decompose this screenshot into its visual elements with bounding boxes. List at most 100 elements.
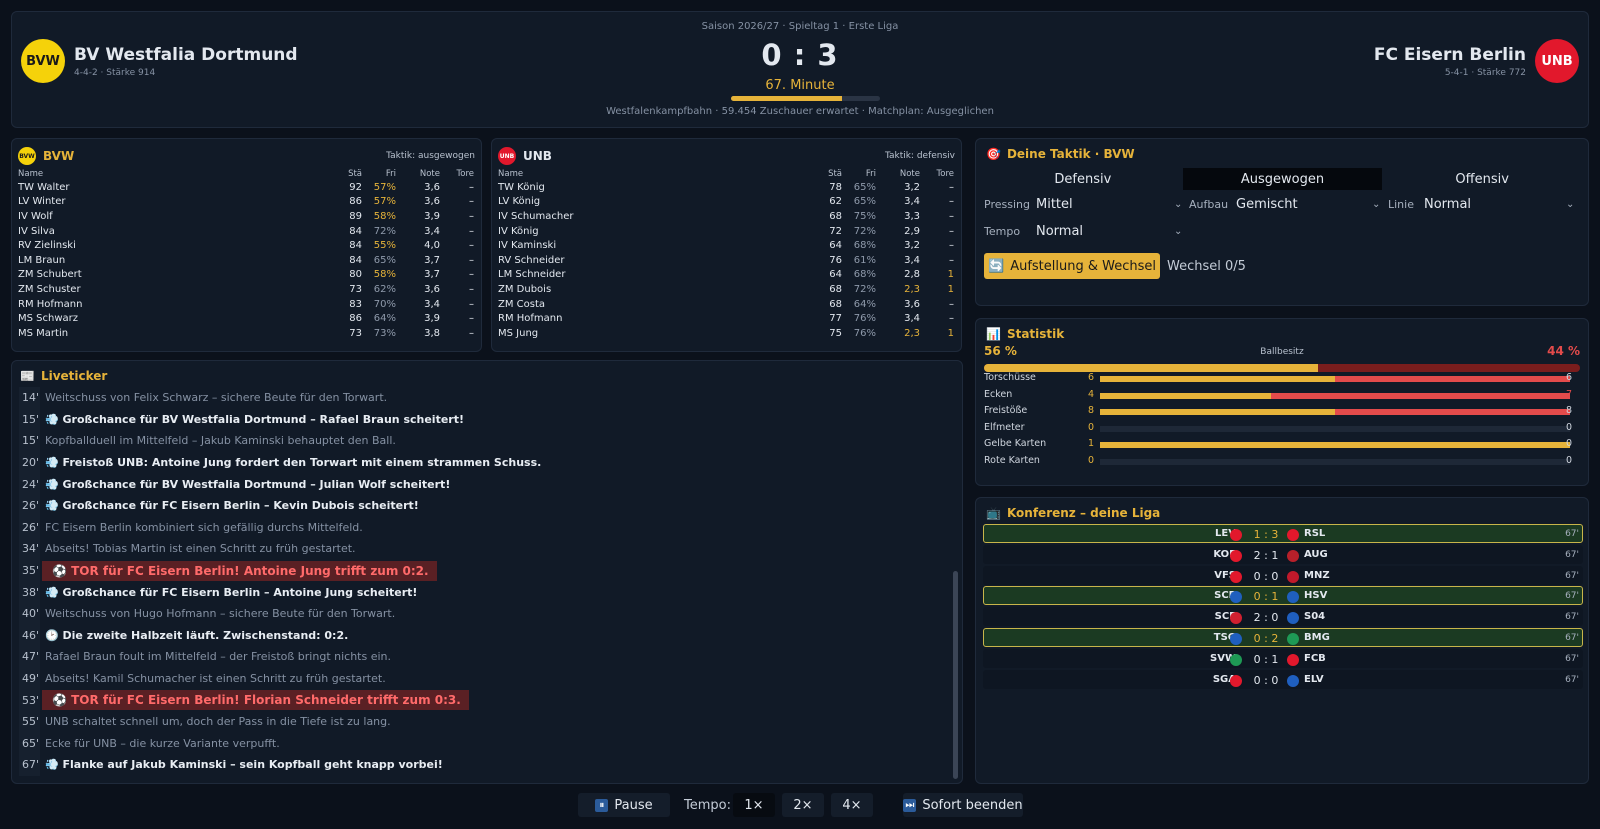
away-team-code: HSV [1304,590,1328,602]
home-lineup-panel: BVW BVW Taktik: ausgewogen Name Stä Fri Note… [11,138,482,352]
player-goals: – [949,210,954,222]
player-strength: 78 [829,181,842,193]
player-rating: 3,6 [424,283,440,295]
player-row[interactable]: MS Schwarz 86 64% 3,9 – [18,311,474,326]
player-strength: 73 [349,283,362,295]
player-row[interactable]: LV König 62 65% 3,4 – [498,195,954,210]
chevron-down-icon[interactable]: ⌄ [1174,226,1182,237]
tempo-select[interactable]: Normal [1036,224,1083,239]
player-strength: 68 [829,298,842,310]
player-name: ZM Schuster [18,283,81,295]
pause-button[interactable]: ⏸ Pause [578,793,670,817]
match-score: 2 : 1 [1253,548,1279,562]
player-row[interactable]: ZM Schuster 73 62% 3,6 – [18,282,474,297]
player-goals: – [469,240,474,252]
player-name: RV Zielinski [18,240,76,252]
player-strength: 64 [829,240,842,252]
conference-panel: 📺 Konferenz – deine Liga LEV 1 : 3 RSL 67… [975,497,1589,784]
chevron-down-icon[interactable]: ⌄ [1566,199,1574,210]
ticker-event: 34' Abseits! Tobias Martin ist einen Schr… [19,538,943,560]
player-row[interactable]: MS Jung 75 76% 2,3 1 [498,326,954,341]
ticker-event: 14' Weitschuss von Felix Schwarz – sicher… [19,387,943,409]
player-strength: 64 [829,269,842,281]
away-club-crest-icon [1287,570,1299,583]
conference-match-row[interactable]: SCP 0 : 1 HSV 67' [983,586,1583,606]
away-lineup-panel: UNB UNB Taktik: defensiv Name Stä Fri Note To… [491,138,962,352]
mode-defensiv[interactable]: Defensiv [983,168,1183,190]
stat-bar-away [1335,409,1570,416]
player-row[interactable]: ZM Costa 68 64% 3,6 – [498,297,954,312]
chevron-down-icon[interactable]: ⌄ [1372,199,1380,210]
player-fitness: 57% [373,181,396,193]
stats-title: Statistik [1006,327,1065,341]
conference-match-row[interactable]: KOE 2 : 1 AUG 67' [983,544,1583,564]
stat-row: Gelbe Karten 1 0 [984,438,1580,452]
away-team-code: S04 [1304,611,1326,623]
ticker-list: 14' Weitschuss von Felix Schwarz – sicher… [19,387,943,776]
conference-match-row[interactable]: SCF 2 : 0 S04 67' [983,607,1583,627]
match-header: BVW BV Westfalia Dortmund 4-4-2 · Stärke… [11,11,1589,128]
player-row[interactable]: LM Schneider 64 68% 2,8 1 [498,268,954,283]
stat-home-value: 0 [1087,455,1094,466]
player-fitness: 68% [853,240,876,252]
conference-match-row[interactable]: SGA 0 : 0 ELV 67' [983,669,1583,689]
conference-list: LEV 1 : 3 RSL 67' KOE 2 : 1 AUG 67' VFS 0 … [983,524,1583,690]
chevron-down-icon[interactable]: ⌄ [1174,199,1182,210]
mode-offensiv[interactable]: Offensiv [1382,168,1582,190]
stat-label: Rote Karten [984,455,1040,466]
player-strength: 75 [829,327,842,339]
player-row[interactable]: TW König 78 65% 3,2 – [498,180,954,195]
mode-ausgewogen[interactable]: Ausgewogen [1182,168,1383,190]
away-club-crest-icon [1287,549,1299,562]
conference-match-row[interactable]: TSG 0 : 2 BMG 67' [983,627,1583,647]
player-row[interactable]: IV Schumacher 68 75% 3,3 – [498,209,954,224]
player-rating: 3,4 [904,254,920,266]
player-fitness: 65% [853,196,876,208]
away-team-code: ELV [1304,673,1324,685]
player-row[interactable]: LV Winter 86 57% 3,6 – [18,195,474,210]
player-row[interactable]: LM Braun 84 65% 3,7 – [18,253,474,268]
player-fitness: 61% [853,254,876,266]
scrollbar-thumb[interactable] [953,571,958,779]
player-row[interactable]: RM Hofmann 77 76% 3,4 – [498,311,954,326]
stat-bar [1100,425,1570,432]
player-row[interactable]: RV Zielinski 84 55% 4,0 – [18,238,474,253]
lineup-subs-button[interactable]: 🔄 Aufstellung & Wechsel [984,253,1160,279]
stat-home-value: 8 [1087,405,1094,417]
event-minute: 38' [19,581,40,603]
finish-button[interactable]: ⏭ Sofort beenden [903,793,1023,817]
ticker-scrollbar[interactable] [953,391,958,779]
player-goals: – [949,313,954,325]
player-rating: 3,4 [424,298,440,310]
ticker-event: 67' 💨 Flanke auf Jakub Kaminski – sein Ko… [19,754,943,776]
aufbau-select[interactable]: Gemischt [1236,197,1298,212]
player-name: LV König [498,196,541,208]
player-row[interactable]: IV König 72 72% 2,9 – [498,224,954,239]
event-minute: 40' [19,602,40,625]
pressing-select[interactable]: Mittel [1036,197,1073,212]
away-club-crest-icon [1287,653,1299,666]
player-row[interactable]: ZM Dubois 68 72% 2,3 1 [498,282,954,297]
conference-match-row[interactable]: VFS 0 : 0 MNZ 67' [983,565,1583,585]
player-row[interactable]: RM Hofmann 83 70% 3,4 – [18,297,474,312]
home-mini-crest: BVW [18,147,36,165]
conference-match-row[interactable]: SVW 0 : 1 FCB 67' [983,648,1583,668]
player-row[interactable]: RV Schneider 76 61% 3,4 – [498,253,954,268]
event-minute: 47' [19,646,40,668]
player-row[interactable]: IV Wolf 89 58% 3,9 – [18,209,474,224]
finish-label: Sofort beenden [922,797,1023,813]
linie-select[interactable]: Normal [1424,197,1471,212]
speed-4x-button[interactable]: 4× [831,793,873,817]
lineup-subs-button-label: Aufstellung & Wechsel [1010,258,1156,274]
speed-2x-button[interactable]: 2× [782,793,824,817]
speed-1x-button[interactable]: 1× [733,793,775,817]
player-fitness: 68% [853,269,876,281]
player-row[interactable]: IV Silva 84 72% 3,4 – [18,224,474,239]
player-row[interactable]: MS Martin 73 73% 3,8 – [18,326,474,341]
conference-match-row[interactable]: LEV 1 : 3 RSL 67' [983,524,1583,543]
player-row[interactable]: ZM Schubert 80 58% 3,7 – [18,268,474,283]
player-rating: 3,6 [424,196,440,208]
player-row[interactable]: IV Kaminski 64 68% 3,2 – [498,238,954,253]
player-row[interactable]: TW Walter 92 57% 3,6 – [18,180,474,195]
away-team-info: 5-4-1 · Stärke 772 [1444,68,1526,78]
